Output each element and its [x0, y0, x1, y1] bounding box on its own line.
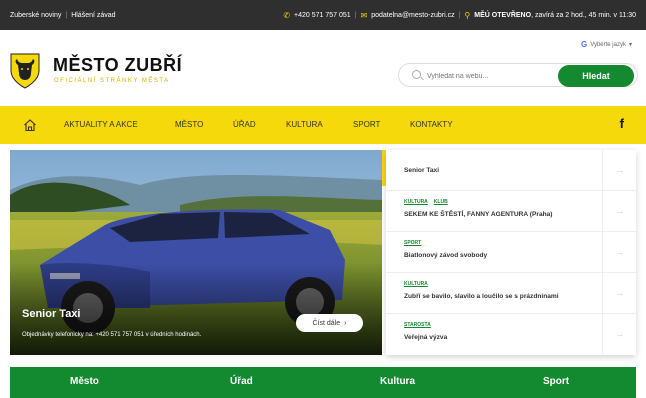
google-icon: G	[580, 40, 588, 49]
news-title: SEKEM KE ŠTĚSTÍ, FANNY AGENTURA (Praha)	[404, 211, 553, 218]
hero-slide[interactable]: Senior Taxi Objednávky telefonicky na: +…	[10, 150, 382, 355]
phone-icon: ✆	[283, 10, 291, 20]
chevron-down-icon: ▾	[628, 42, 632, 48]
news-tag[interactable]: KLUB	[434, 199, 448, 205]
home-icon[interactable]	[23, 118, 37, 132]
news-tag[interactable]: SPORT	[404, 240, 421, 246]
nav-item-culture[interactable]: KULTURA	[286, 120, 323, 129]
section-tabs: Město Úřad Kultura Sport	[10, 367, 636, 398]
nav-item-office[interactable]: ÚŘAD	[233, 120, 256, 129]
site-title[interactable]: MĚSTO ZUBŘÍ	[53, 55, 182, 76]
top-links: Zuberské noviny | Hlášení závad	[10, 12, 116, 19]
top-link-report-fault[interactable]: Hlášení závad	[71, 12, 115, 19]
tab-sport[interactable]: Sport	[543, 376, 569, 387]
search-icon	[412, 70, 421, 79]
news-item[interactable]: SPORT Biatlonový závod svobody →	[386, 232, 636, 273]
news-item[interactable]: KULTURA Zubří se bavilo, slavilo a louči…	[386, 273, 636, 314]
arrow-right-icon[interactable]: →	[602, 273, 636, 313]
city-crest-logo[interactable]	[10, 53, 40, 89]
email-address[interactable]: podatelna@mesto-zubri.cz	[371, 12, 454, 19]
news-item[interactable]: Senior Taxi →	[386, 150, 636, 191]
read-more-button[interactable]: Číst dále ›	[296, 314, 363, 332]
divider: |	[458, 11, 461, 19]
nav-item-sport[interactable]: SPORT	[353, 120, 380, 129]
news-title: Zubří se bavilo, slavilo a loučilo se s …	[404, 293, 559, 300]
news-tag[interactable]: STAROSTA	[404, 322, 431, 328]
news-title: Veřejná výzva	[404, 334, 448, 341]
news-title: Biatlonový závod svobody	[404, 252, 488, 259]
nav-item-city[interactable]: MĚSTO	[175, 120, 203, 129]
arrow-right-icon[interactable]: →	[602, 232, 636, 272]
language-selector[interactable]: G Vyberte jazyk ▾	[581, 40, 632, 49]
tab-culture[interactable]: Kultura	[380, 376, 415, 387]
phone-number[interactable]: +420 571 757 051	[294, 12, 351, 19]
news-tag[interactable]: KULTURA	[404, 199, 428, 205]
arrow-right-icon[interactable]: →	[602, 314, 636, 354]
location-icon: ⚲	[464, 10, 471, 20]
news-tags: KULTURA	[404, 281, 428, 287]
main-nav: AKTUALITY A AKCE MĚSTO ÚŘAD KULTURA SPOR…	[0, 106, 646, 144]
chevron-right-icon: ›	[344, 319, 347, 327]
top-bar: Zuberské noviny | Hlášení závad ✆ +420 5…	[0, 0, 646, 30]
news-list: Senior Taxi → KULTURA KLUB SEKEM KE ŠTĚS…	[386, 150, 636, 355]
news-tags: STAROSTA	[404, 322, 431, 328]
hero-title: Senior Taxi	[22, 308, 81, 320]
site-subtitle: OFICIÁLNÍ STRÁNKY MĚSTA	[54, 78, 170, 84]
office-status: MĚÚ OTEVŘENO	[474, 11, 532, 19]
tab-city[interactable]: Město	[70, 376, 99, 387]
news-tag[interactable]: KULTURA	[404, 281, 428, 287]
hero-text: Objednávky telefonicky na: +420 571 757 …	[22, 332, 202, 338]
divider: |	[65, 11, 68, 19]
search-button[interactable]: Hledat	[558, 65, 634, 87]
mail-icon: ✉	[360, 10, 368, 20]
arrow-right-icon[interactable]: →	[602, 150, 636, 190]
news-tags: KULTURA KLUB	[404, 199, 448, 205]
nav-item-contacts[interactable]: KONTAKTY	[410, 120, 453, 129]
top-link-newspaper[interactable]: Zuberské noviny	[10, 12, 61, 19]
office-hours-detail: , zavírá za 2 hod., 45 min. v 11:30	[531, 11, 636, 19]
office-hours: MĚÚ OTEVŘENO, zavírá za 2 hod., 45 min. …	[474, 12, 636, 19]
divider: |	[354, 11, 357, 19]
search-input[interactable]	[427, 68, 547, 84]
read-more-label: Číst dále	[312, 319, 341, 327]
news-tags: SPORT	[404, 240, 421, 246]
news-item[interactable]: KULTURA KLUB SEKEM KE ŠTĚSTÍ, FANNY AGEN…	[386, 191, 636, 232]
news-title: Senior Taxi	[404, 167, 440, 174]
search-bar: Hledat	[398, 63, 638, 87]
language-label: Vyberte jazyk	[590, 41, 626, 48]
arrow-right-icon[interactable]: →	[602, 191, 636, 231]
nav-item-news-events[interactable]: AKTUALITY A AKCE	[64, 120, 138, 129]
site-header: MĚSTO ZUBŘÍ OFICIÁLNÍ STRÁNKY MĚSTA G Vy…	[0, 30, 646, 106]
news-item[interactable]: STAROSTA Veřejná výzva →	[386, 314, 636, 355]
tab-office[interactable]: Úřad	[230, 376, 253, 387]
facebook-icon[interactable]: f	[620, 116, 624, 131]
top-contacts: ✆ +420 571 757 051 | ✉ podatelna@mesto-z…	[283, 11, 636, 20]
